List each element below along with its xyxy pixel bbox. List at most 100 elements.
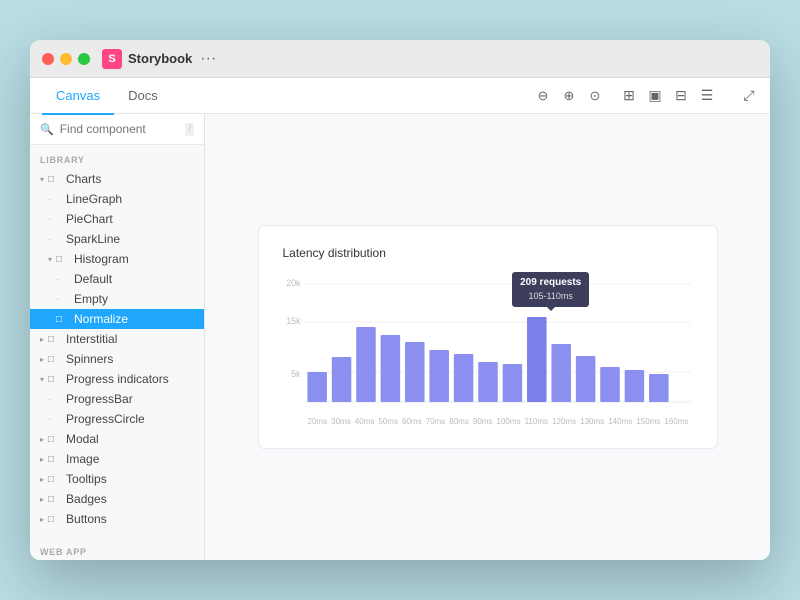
story-icon: · (48, 194, 62, 205)
folder-icon: □ (56, 254, 70, 265)
app-name: Storybook (128, 51, 192, 66)
fullscreen-icon[interactable]: ⤢ (740, 87, 758, 105)
layout-icon[interactable]: ☰ (698, 87, 716, 105)
toolbar-icons: ⊖ ⊕ ⊙ ⊞ ▣ ⊟ ☰ ⤢ (534, 87, 758, 105)
story-icon: · (48, 214, 62, 225)
library-section-label: LIBRARY (30, 145, 204, 169)
canvas-area: Latency distribution 209 requests 105-11… (205, 114, 770, 560)
app-window: S Storybook ··· Canvas Docs ⊖ ⊕ ⊙ ⊞ ▣ ⊟ … (30, 40, 770, 560)
chevron-icon: ▾ (40, 375, 44, 384)
tab-docs[interactable]: Docs (114, 79, 172, 115)
sidebar-item-progress-indicators[interactable]: ▾ □ Progress indicators (30, 369, 204, 389)
sidebar-item-modal[interactable]: ▸ □ Modal (30, 429, 204, 449)
maximize-button[interactable] (78, 53, 90, 65)
x-label-70ms: 70ms (426, 417, 446, 426)
svg-text:5k: 5k (291, 369, 301, 379)
story-icon: · (48, 234, 62, 245)
search-shortcut: / (185, 123, 194, 136)
svg-text:20k: 20k (286, 278, 301, 288)
svg-text:15k: 15k (286, 316, 301, 326)
grid-icon[interactable]: ⊞ (620, 87, 638, 105)
x-label-90ms: 90ms (473, 417, 493, 426)
menu-dots-button[interactable]: ··· (200, 50, 216, 68)
folder-icon: □ (48, 494, 62, 505)
sidebar-item-badges[interactable]: ▸ □ Badges (30, 489, 204, 509)
x-label-60ms: 60ms (402, 417, 422, 426)
sidebar-item-default[interactable]: · Default (30, 269, 204, 289)
x-label-120ms: 120ms (552, 417, 576, 426)
zoom-in-icon[interactable]: ⊕ (560, 87, 578, 105)
x-label-130ms: 130ms (580, 417, 604, 426)
folder-icon: □ (48, 374, 62, 385)
chart-tooltip: 209 requests 105-110ms (512, 272, 589, 307)
sidebar-item-buttons[interactable]: ▸ □ Buttons (30, 509, 204, 529)
zoom-out-icon[interactable]: ⊖ (534, 87, 552, 105)
sidebar-item-interstitial[interactable]: ▸ □ Interstitial (30, 329, 204, 349)
main-content: 🔍 / LIBRARY ▾ □ Charts · LineGraph · Pie… (30, 114, 770, 560)
story-icon: · (56, 294, 70, 305)
traffic-lights (42, 53, 90, 65)
x-label-140ms: 140ms (608, 417, 632, 426)
x-label-110ms: 110ms (525, 417, 548, 426)
tab-canvas[interactable]: Canvas (42, 79, 114, 115)
sidebar-item-spinners[interactable]: ▸ □ Spinners (30, 349, 204, 369)
x-label-40ms: 40ms (355, 417, 375, 426)
chevron-icon: ▸ (40, 495, 44, 504)
story-icon: · (56, 274, 70, 285)
sidebar-item-charts[interactable]: ▾ □ Charts (30, 169, 204, 189)
titlebar: S Storybook ··· (30, 40, 770, 78)
sidebar-item-histogram[interactable]: ▾ □ Histogram (30, 249, 204, 269)
chevron-icon: ▾ (48, 255, 52, 264)
search-bar: 🔍 / (30, 114, 204, 145)
sidebar-item-progressbar[interactable]: · ProgressBar (30, 389, 204, 409)
sidebar-item-linegraph[interactable]: · LineGraph (30, 189, 204, 209)
folder-icon: □ (48, 454, 62, 465)
tooltip-requests: 209 requests (520, 276, 581, 290)
logo-icon: S (102, 49, 122, 69)
folder-icon: □ (48, 514, 62, 525)
zoom-reset-icon[interactable]: ⊙ (586, 87, 604, 105)
close-button[interactable] (42, 53, 54, 65)
webapp-section-label: WEB APP (30, 537, 204, 560)
chart-area: 209 requests 105-110ms 20k 15k 5k (283, 272, 693, 432)
folder-icon: □ (48, 434, 62, 445)
sidebar-item-sparkline[interactable]: · SparkLine (30, 229, 204, 249)
frame-icon[interactable]: ▣ (646, 87, 664, 105)
x-label-160ms: 160ms (664, 417, 688, 426)
story-icon: · (48, 394, 62, 405)
x-label-30ms: 30ms (331, 417, 351, 426)
x-label-20ms: 20ms (308, 417, 328, 426)
story-icon: □ (56, 314, 70, 325)
chart-title: Latency distribution (283, 246, 693, 260)
x-label-80ms: 80ms (449, 417, 469, 426)
chevron-icon: ▸ (40, 515, 44, 524)
sidebar-item-tooltips[interactable]: ▸ □ Tooltips (30, 469, 204, 489)
folder-icon: □ (48, 174, 62, 185)
chevron-icon: ▾ (40, 175, 44, 184)
chevron-icon: ▸ (40, 335, 44, 344)
folder-icon: □ (48, 334, 62, 345)
chevron-icon: ▸ (40, 455, 44, 464)
x-label-150ms: 150ms (636, 417, 660, 426)
sidebar-item-empty[interactable]: · Empty (30, 289, 204, 309)
sidebar: 🔍 / LIBRARY ▾ □ Charts · LineGraph · Pie… (30, 114, 205, 560)
folder-icon: □ (48, 354, 62, 365)
chevron-icon: ▸ (40, 475, 44, 484)
x-label-50ms: 50ms (378, 417, 398, 426)
chart-container: Latency distribution 209 requests 105-11… (258, 225, 718, 449)
folder-icon: □ (48, 474, 62, 485)
x-label-100ms: 100ms (497, 417, 521, 426)
sidebar-item-progresscircle[interactable]: · ProgressCircle (30, 409, 204, 429)
toolbar: Canvas Docs ⊖ ⊕ ⊙ ⊞ ▣ ⊟ ☰ ⤢ (30, 78, 770, 114)
chevron-icon: ▸ (40, 435, 44, 444)
minimize-button[interactable] (60, 53, 72, 65)
sidebar-item-normalize[interactable]: □ Normalize (30, 309, 204, 329)
search-input[interactable] (60, 122, 180, 136)
sidebar-item-image[interactable]: ▸ □ Image (30, 449, 204, 469)
app-logo: S Storybook (102, 49, 192, 69)
tooltip-range: 105-110ms (520, 290, 581, 303)
histogram-chart: 20k 15k 5k (283, 272, 693, 412)
sidebar-item-piechart[interactable]: · PieChart (30, 209, 204, 229)
story-icon: · (48, 414, 62, 425)
measure-icon[interactable]: ⊟ (672, 87, 690, 105)
